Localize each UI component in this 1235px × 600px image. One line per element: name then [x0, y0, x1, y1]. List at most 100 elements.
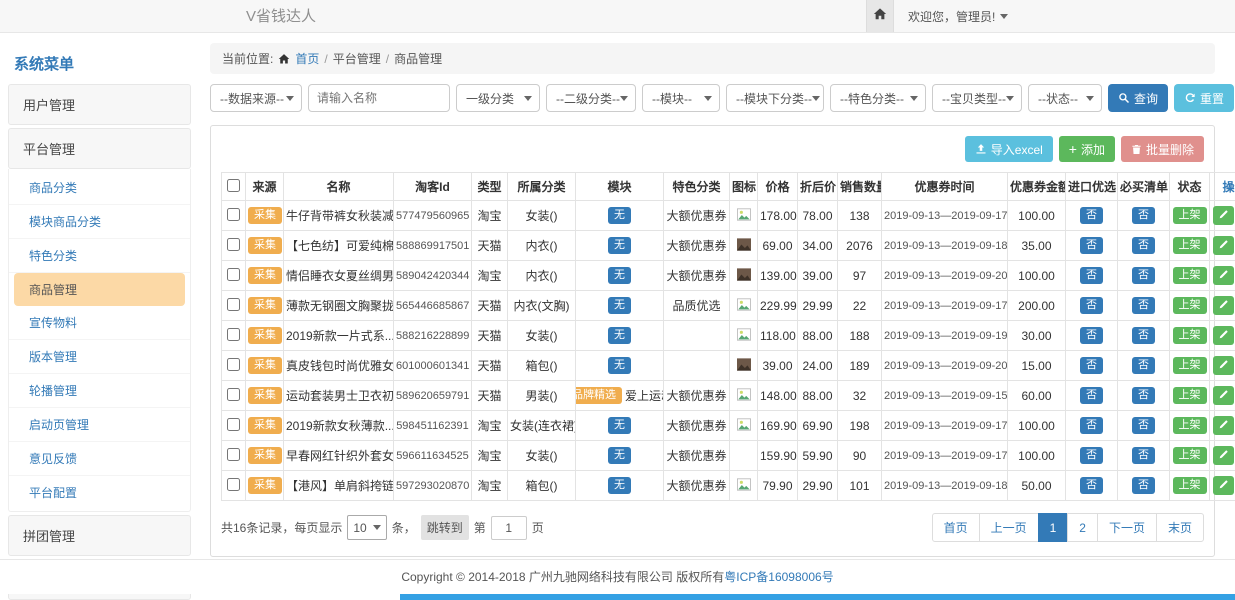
- import-excel-button[interactable]: 导入excel: [965, 136, 1053, 162]
- import-select-toggle[interactable]: 否: [1080, 237, 1103, 255]
- must-buy-toggle[interactable]: 否: [1132, 387, 1155, 405]
- import-select-toggle[interactable]: 否: [1080, 477, 1103, 495]
- search-button[interactable]: 查询: [1108, 84, 1168, 112]
- row-checkbox[interactable]: [227, 298, 240, 311]
- module-wrap: 品牌精选爱上运动: [578, 387, 661, 405]
- sidebar-item[interactable]: 商品分类: [9, 171, 190, 205]
- row-checkbox[interactable]: [227, 268, 240, 281]
- must-buy-toggle[interactable]: 否: [1132, 207, 1155, 225]
- sidebar-item[interactable]: 平台配置: [9, 476, 190, 509]
- sidebar-group[interactable]: 拼团管理: [8, 515, 191, 556]
- sidebar-item[interactable]: 意见反馈: [9, 442, 190, 476]
- row-checkbox[interactable]: [227, 328, 240, 341]
- page-size-select[interactable]: 10: [347, 515, 386, 540]
- status-badge[interactable]: 上架: [1173, 297, 1207, 315]
- must-buy-toggle[interactable]: 否: [1132, 447, 1155, 465]
- reset-button[interactable]: 重置: [1174, 84, 1234, 112]
- page-button-1[interactable]: 1: [1038, 513, 1069, 542]
- sidebar-item[interactable]: 模块商品分类: [9, 205, 190, 239]
- import-select-toggle[interactable]: 否: [1080, 357, 1103, 375]
- sidebar-item[interactable]: 宣传物料: [9, 306, 190, 340]
- icp-link[interactable]: 粤ICP备16098006号: [724, 570, 833, 584]
- sidebar-item[interactable]: 特色分类: [9, 239, 190, 273]
- discount-price-cell: 78.00: [798, 201, 838, 231]
- row-checkbox[interactable]: [227, 448, 240, 461]
- status-badge[interactable]: 上架: [1173, 417, 1207, 435]
- edit-button[interactable]: [1213, 266, 1234, 285]
- sidebar-item[interactable]: 启动页管理: [9, 408, 190, 442]
- page-button-下一页[interactable]: 下一页: [1097, 513, 1157, 542]
- import-select-toggle[interactable]: 否: [1080, 267, 1103, 285]
- sidebar-item-active[interactable]: 商品管理: [14, 273, 185, 306]
- edit-button[interactable]: [1213, 476, 1234, 495]
- edit-button[interactable]: [1213, 326, 1234, 345]
- chevron-down-icon: [286, 96, 294, 101]
- module-select[interactable]: --模块--: [642, 84, 720, 112]
- feature-category-select[interactable]: --特色分类--: [830, 84, 926, 112]
- coupon-amount-cell: 200.00: [1008, 291, 1066, 321]
- status-badge[interactable]: 上架: [1173, 207, 1207, 225]
- row-checkbox[interactable]: [227, 238, 240, 251]
- status-badge[interactable]: 上架: [1173, 387, 1207, 405]
- page-button-首页[interactable]: 首页: [932, 513, 980, 542]
- select-all-checkbox[interactable]: [227, 179, 240, 192]
- status-badge[interactable]: 上架: [1173, 237, 1207, 255]
- page-button-上一页[interactable]: 上一页: [979, 513, 1039, 542]
- column-header: 必买清单: [1118, 173, 1170, 201]
- edit-button[interactable]: [1213, 446, 1234, 465]
- status-badge[interactable]: 上架: [1173, 267, 1207, 285]
- row-checkbox-cell: [222, 441, 246, 471]
- row-checkbox[interactable]: [227, 478, 240, 491]
- import-select-toggle[interactable]: 否: [1080, 297, 1103, 315]
- edit-button[interactable]: [1213, 296, 1234, 315]
- edit-button[interactable]: [1213, 416, 1234, 435]
- chevron-down-icon: [524, 96, 532, 101]
- import-select-toggle[interactable]: 否: [1080, 207, 1103, 225]
- add-button[interactable]: + 添加: [1059, 136, 1115, 162]
- import-select-toggle[interactable]: 否: [1080, 447, 1103, 465]
- edit-button[interactable]: [1213, 386, 1234, 405]
- search-icon: [1118, 92, 1130, 104]
- jump-page-input[interactable]: [491, 516, 527, 540]
- data-source-select[interactable]: --数据来源--: [210, 84, 302, 112]
- sidebar-group[interactable]: 用户管理: [8, 84, 191, 125]
- edit-button[interactable]: [1213, 236, 1234, 255]
- page-button-末页[interactable]: 末页: [1156, 513, 1204, 542]
- must-buy-toggle[interactable]: 否: [1132, 237, 1155, 255]
- sidebar-group[interactable]: 平台管理: [8, 128, 191, 169]
- status-select[interactable]: --状态--: [1028, 84, 1102, 112]
- import-select-toggle[interactable]: 否: [1080, 417, 1103, 435]
- must-buy-toggle[interactable]: 否: [1132, 327, 1155, 345]
- status-badge[interactable]: 上架: [1173, 477, 1207, 495]
- edit-button[interactable]: [1213, 206, 1234, 225]
- level1-category-select[interactable]: 一级分类: [456, 84, 540, 112]
- import-select-toggle[interactable]: 否: [1080, 387, 1103, 405]
- jump-to-button[interactable]: 跳转到: [421, 515, 469, 540]
- edit-button[interactable]: [1213, 356, 1234, 375]
- name-input[interactable]: [308, 84, 450, 112]
- must-buy-toggle[interactable]: 否: [1132, 267, 1155, 285]
- page-button-2[interactable]: 2: [1067, 513, 1098, 542]
- must-buy-toggle[interactable]: 否: [1132, 357, 1155, 375]
- user-menu[interactable]: 欢迎您，管理员!: [908, 8, 1008, 25]
- must-buy-toggle[interactable]: 否: [1132, 417, 1155, 435]
- import-select-toggle[interactable]: 否: [1080, 327, 1103, 345]
- item-type-select[interactable]: --宝贝类型--: [932, 84, 1022, 112]
- sidebar-item[interactable]: 轮播管理: [9, 374, 190, 408]
- module-sub-category-select[interactable]: --模块下分类--: [726, 84, 824, 112]
- level2-category-select[interactable]: --二级分类--: [546, 84, 636, 112]
- must-buy-toggle[interactable]: 否: [1132, 477, 1155, 495]
- sidebar-item[interactable]: 版本管理: [9, 340, 190, 374]
- status-badge[interactable]: 上架: [1173, 447, 1207, 465]
- status-badge[interactable]: 上架: [1173, 357, 1207, 375]
- must-buy-toggle[interactable]: 否: [1132, 297, 1155, 315]
- home-button[interactable]: [866, 0, 894, 32]
- row-checkbox[interactable]: [227, 388, 240, 401]
- row-checkbox[interactable]: [227, 418, 240, 431]
- source-badge: 采集: [248, 357, 282, 375]
- status-badge[interactable]: 上架: [1173, 327, 1207, 345]
- batch-delete-button[interactable]: 批量删除: [1121, 136, 1204, 162]
- row-checkbox[interactable]: [227, 358, 240, 371]
- row-checkbox[interactable]: [227, 208, 240, 221]
- breadcrumb-home-link[interactable]: 首页: [295, 50, 319, 67]
